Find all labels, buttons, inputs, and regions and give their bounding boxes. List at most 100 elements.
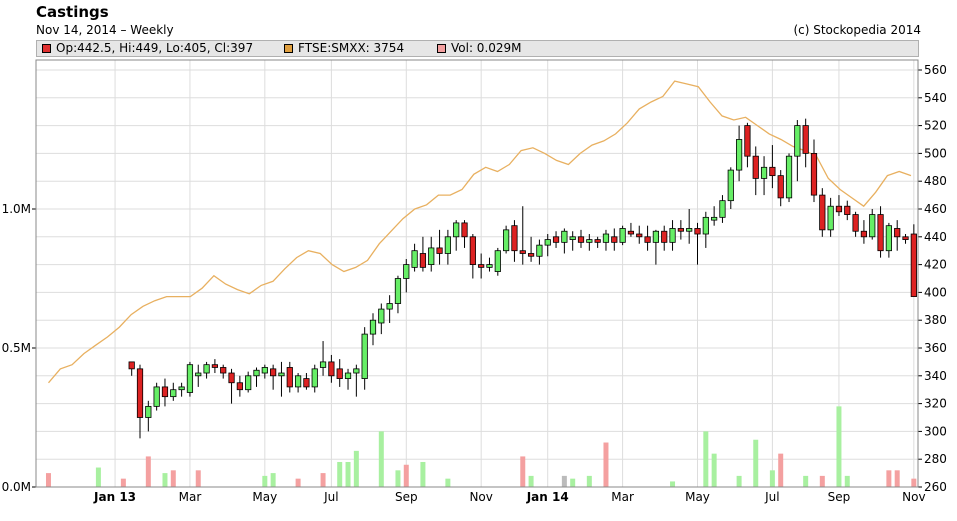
volume-bar	[320, 473, 326, 487]
candle-body	[336, 368, 343, 379]
price-tick-label: 560	[924, 63, 947, 77]
candle-body	[303, 378, 310, 388]
candle-body	[769, 166, 776, 177]
candle-body	[819, 194, 826, 231]
candle-body	[361, 333, 368, 379]
volume-bar	[894, 470, 900, 487]
volume-bar	[195, 470, 201, 487]
candle-body	[453, 222, 460, 238]
candle-body	[577, 236, 585, 243]
candle-body	[469, 236, 476, 266]
candle-body	[910, 233, 917, 297]
candle-body	[611, 236, 618, 243]
candle-body	[727, 169, 734, 202]
candle-body	[419, 253, 427, 268]
volume-bar	[295, 478, 301, 487]
candle-body	[860, 230, 868, 238]
candle-body	[245, 375, 252, 391]
volume-bar	[803, 475, 809, 487]
price-tick-label: 480	[924, 174, 947, 188]
candle-body	[511, 225, 518, 252]
price-tick-label: 260	[924, 480, 947, 494]
volume-bar	[170, 470, 176, 487]
candle-body	[544, 239, 551, 246]
candle-body	[711, 216, 718, 221]
volume-bar	[670, 481, 676, 487]
candle-body	[735, 139, 743, 171]
candle-body	[844, 205, 851, 215]
candle-body	[319, 361, 327, 368]
candle-body	[211, 364, 219, 368]
volume-bar	[145, 456, 151, 487]
candle-body	[486, 264, 493, 268]
price-tick-label: 280	[924, 452, 947, 466]
volume-bar	[378, 431, 384, 487]
x-tick-label: Mar	[611, 490, 634, 504]
volume-tick-label: 0.5M	[2, 341, 31, 355]
candle-body	[810, 152, 818, 196]
candle-body	[677, 228, 684, 232]
candle-body	[835, 205, 843, 213]
candle-body	[586, 239, 593, 243]
candle-body	[785, 155, 793, 199]
candle-body	[494, 250, 501, 272]
price-chart: 260 280 300 320 340 360 380 400 420 440 460 480 500 5…	[2, 59, 947, 504]
x-tick-label: Nov	[902, 490, 925, 504]
candle-body	[136, 368, 144, 418]
volume-bar	[836, 406, 842, 487]
price-tick-label: 300	[924, 424, 947, 438]
candle-body	[170, 389, 177, 398]
candle-body	[686, 228, 693, 232]
candle-body	[195, 372, 202, 377]
candle-body	[569, 236, 576, 240]
candle-body	[536, 244, 543, 257]
volume-bar	[736, 475, 742, 487]
candle-body	[328, 361, 335, 377]
volume-bar	[844, 475, 850, 487]
volume-bar	[769, 470, 775, 487]
candle-body	[669, 228, 676, 243]
volume-bar	[445, 478, 451, 487]
price-tick-label: 440	[924, 230, 947, 244]
candle-body	[902, 236, 909, 240]
x-tick-label: May	[685, 490, 710, 504]
candle-body	[186, 364, 194, 393]
candle-body	[228, 372, 235, 384]
volume-bar	[353, 450, 359, 487]
volume-bar	[528, 475, 534, 487]
volume-bar	[337, 461, 343, 487]
volume-bar	[345, 461, 351, 487]
volume-bar	[819, 475, 825, 487]
candle-body	[386, 303, 393, 310]
volume-bar	[270, 473, 276, 487]
candle-body	[760, 166, 768, 179]
candle-body	[236, 382, 243, 391]
candle-body	[128, 361, 135, 370]
candle-body	[552, 236, 560, 243]
price-tick-label: 320	[924, 397, 947, 411]
candle-body	[178, 386, 185, 391]
volume-bar	[162, 473, 168, 487]
candle-body	[661, 230, 668, 243]
candle-body	[161, 386, 169, 398]
candle-body	[220, 367, 227, 374]
volume-bar	[403, 464, 409, 487]
candle-body	[253, 369, 260, 377]
price-tick-label: 460	[924, 202, 947, 216]
candle-body	[270, 368, 277, 377]
volume-bar	[603, 442, 609, 487]
candle-body	[369, 319, 377, 335]
candle-body	[378, 308, 385, 324]
candle-body	[644, 236, 651, 243]
price-tick-label: 360	[924, 341, 947, 355]
x-tick-label: Jan 14	[526, 490, 569, 504]
x-tick-label: Mar	[179, 490, 202, 504]
x-tick-label: Jul	[764, 490, 779, 504]
candle-body	[411, 250, 418, 268]
volume-bar	[395, 470, 401, 487]
candle-body	[877, 214, 884, 252]
candle-body	[885, 225, 892, 252]
volume-bar	[778, 453, 784, 487]
price-tick-label: 520	[924, 119, 947, 133]
price-tick-label: 420	[924, 258, 947, 272]
